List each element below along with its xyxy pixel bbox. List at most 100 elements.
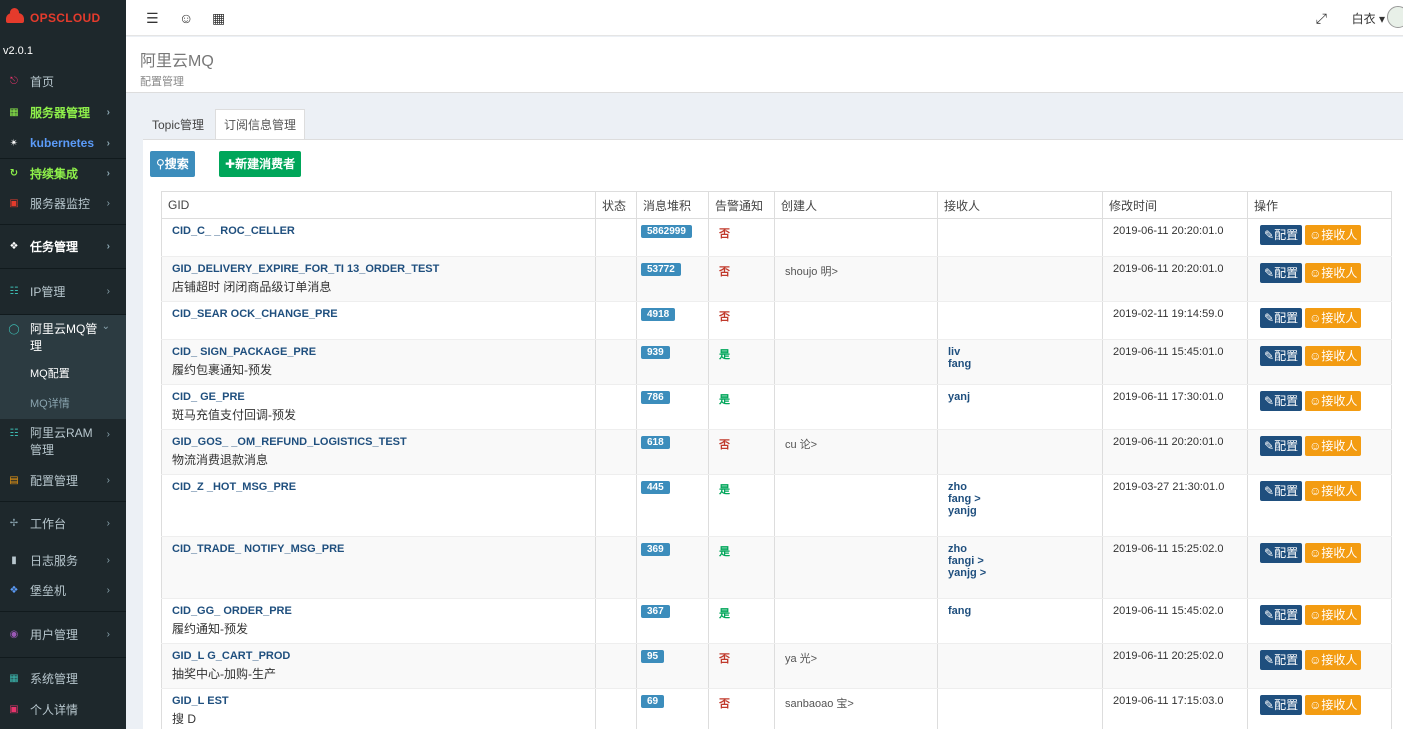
config-button[interactable]: ✎配置 [1260, 481, 1303, 501]
user-icon[interactable]: ☺ [179, 10, 193, 26]
gid-text: GID_L EST [172, 695, 229, 707]
app-logo[interactable]: OPSCLOUD [0, 0, 126, 36]
gid-text: CID_ GE_PRE [172, 391, 245, 403]
col-stock[interactable]: 消息堆积 [636, 191, 709, 219]
config-button[interactable]: ✎配置 [1260, 605, 1303, 625]
user-add-icon: ☺ [1309, 698, 1322, 712]
alarm-status: 否 [719, 653, 730, 665]
table-row: GID_L EST 搜 D 69 否 sanbaoao 宝> 2019-06-11 17:… [161, 688, 1392, 729]
config-button[interactable]: ✎配置 [1260, 391, 1303, 411]
table-row: GID_GOS_ _OM_REFUND_LOGISTICS_TEST 物流消费退款… [161, 429, 1392, 475]
cell-receiver [937, 429, 1103, 475]
sidebar-item-mq[interactable]: ◯ 阿里云MQ管理 ⌄ [0, 315, 126, 359]
sidebar-item-ram[interactable]: ☷ 阿里云RAM管理 › [0, 419, 126, 465]
sidebar-item-monitor[interactable]: ▣ 服务器监控 › [0, 188, 126, 218]
col-creator[interactable]: 创建人 [774, 191, 938, 219]
sidebar-item-ci[interactable]: ↻ 持续集成 › [0, 158, 126, 188]
cell-alarm: 是 [708, 474, 775, 537]
cell-status [595, 218, 637, 257]
config-button[interactable]: ✎配置 [1260, 225, 1303, 245]
tab-topic[interactable]: Topic管理 [143, 109, 213, 139]
sidebar-item-system[interactable]: ▦ 系统管理 [0, 657, 126, 699]
cell-modified: 2019-03-27 21:30:01.0 [1102, 474, 1248, 537]
stock-badge: 786 [641, 391, 670, 404]
tab-subscription[interactable]: 订阅信息管理 [215, 109, 306, 139]
gid-text: CID_GG_ ORDER_PRE [172, 605, 292, 617]
page-title: 阿里云MQ [140, 53, 214, 70]
sidebar-item-workbench[interactable]: ✢ 工作台 › [0, 501, 126, 545]
gid-text: GID_DELIVERY_EXPIRE_FOR_TI 13_ORDER_TEST [172, 263, 440, 275]
sidebar-item-ip[interactable]: ☷ IP管理 › [0, 268, 126, 314]
new-consumer-button[interactable]: ✚新建消费者 [219, 151, 302, 177]
sidebar-subitem-mq-config[interactable]: MQ配置 [0, 359, 126, 389]
gid-text: CID_SEAR OCK_CHANGE_PRE [172, 308, 338, 320]
receiver-button[interactable]: ☺接收人 [1305, 436, 1362, 456]
receiver-button[interactable]: ☺接收人 [1305, 650, 1362, 670]
config-button[interactable]: ✎配置 [1260, 263, 1303, 283]
cell-creator [774, 339, 938, 385]
sidebar-item-bastion[interactable]: ❖ 堡垒机 › [0, 575, 126, 605]
cloud-icon [6, 8, 24, 23]
receiver-button[interactable]: ☺接收人 [1305, 263, 1362, 283]
receiver-button[interactable]: ☺接收人 [1305, 308, 1362, 328]
sidebar-subitem-mq-detail[interactable]: MQ详情 [0, 389, 126, 419]
cell-alarm: 否 [708, 218, 775, 257]
receiver-button[interactable]: ☺接收人 [1305, 225, 1362, 245]
sidebar-item-home[interactable]: ⎋ 首页 [0, 66, 126, 96]
apps-grid-icon[interactable]: ▦ [212, 10, 225, 27]
receiver-button[interactable]: ☺接收人 [1305, 695, 1362, 715]
col-actions[interactable]: 操作 [1247, 191, 1392, 219]
chevron-right-icon: › [106, 137, 110, 149]
menu-toggle-icon[interactable]: ☰ [146, 10, 159, 27]
search-button[interactable]: ⚲搜索 [150, 151, 195, 177]
config-button[interactable]: ✎配置 [1260, 308, 1303, 328]
avatar[interactable] [1387, 6, 1403, 28]
sidebar-item-tasks[interactable]: ❖ 任务管理 › [0, 224, 126, 268]
col-alarm[interactable]: 告警通知 [708, 191, 775, 219]
sidebar-item-kubernetes[interactable]: ✴ kubernetes › [0, 128, 126, 158]
cell-status [595, 598, 637, 644]
edit-icon: ✎ [1264, 266, 1275, 280]
config-button[interactable]: ✎配置 [1260, 695, 1303, 715]
cell-alarm: 否 [708, 643, 775, 689]
sidebar-item-profile[interactable]: ▣ 个人详情 [0, 699, 126, 719]
user-add-icon: ☺ [1309, 439, 1322, 453]
search-icon: ⚲ [156, 157, 165, 171]
receiver-button[interactable]: ☺接收人 [1305, 346, 1362, 366]
cell-gid: GID_DELIVERY_EXPIRE_FOR_TI 13_ORDER_TEST… [161, 256, 596, 302]
sidebar-item-logs[interactable]: ▮ 日志服务 › [0, 545, 126, 575]
user-add-icon: ☺ [1309, 228, 1322, 242]
col-gid[interactable]: GID [161, 191, 596, 219]
creator-name: sanbaoao 宝> [785, 698, 854, 710]
fullscreen-icon[interactable]: ⤢ [1316, 10, 1327, 27]
gid-text: CID_Z _HOT_MSG_PRE [172, 481, 297, 493]
col-status[interactable]: 状态 [595, 191, 637, 219]
cell-gid: CID_C_ _ROC_CELLER [161, 218, 596, 257]
cell-actions: ✎配置 ☺接收人 [1247, 256, 1392, 302]
col-receiver[interactable]: 接收人 [937, 191, 1103, 219]
cell-creator [774, 218, 938, 257]
creator-name: cu 论> [785, 439, 818, 451]
sidebar-item-servers[interactable]: ▦ 服务器管理 › [0, 96, 126, 128]
user-add-icon: ☺ [1309, 608, 1322, 622]
sidebar-item-config[interactable]: ▤ 配置管理 › [0, 465, 126, 495]
cell-alarm: 是 [708, 339, 775, 385]
receiver-name: fangi > [948, 555, 984, 567]
receiver-button[interactable]: ☺接收人 [1305, 543, 1362, 563]
user-icon: ◉ [9, 629, 19, 640]
sidebar-item-users[interactable]: ◉ 用户管理 › [0, 611, 126, 657]
chevron-right-icon: › [106, 197, 110, 209]
config-button[interactable]: ✎配置 [1260, 650, 1303, 670]
alarm-status: 是 [719, 546, 730, 558]
receiver-button[interactable]: ☺接收人 [1305, 391, 1362, 411]
col-modified[interactable]: 修改时间 [1102, 191, 1248, 219]
user-menu[interactable]: 白衣 ▾ [1352, 10, 1385, 27]
tab-bar: Topic管理 订阅信息管理 [143, 109, 307, 139]
receiver-button[interactable]: ☺接收人 [1305, 481, 1362, 501]
app-version: v2.0.1 [3, 45, 33, 57]
config-button[interactable]: ✎配置 [1260, 436, 1303, 456]
config-button[interactable]: ✎配置 [1260, 346, 1303, 366]
config-button[interactable]: ✎配置 [1260, 543, 1303, 563]
cell-creator: sanbaoao 宝> [774, 688, 938, 729]
receiver-button[interactable]: ☺接收人 [1305, 605, 1362, 625]
